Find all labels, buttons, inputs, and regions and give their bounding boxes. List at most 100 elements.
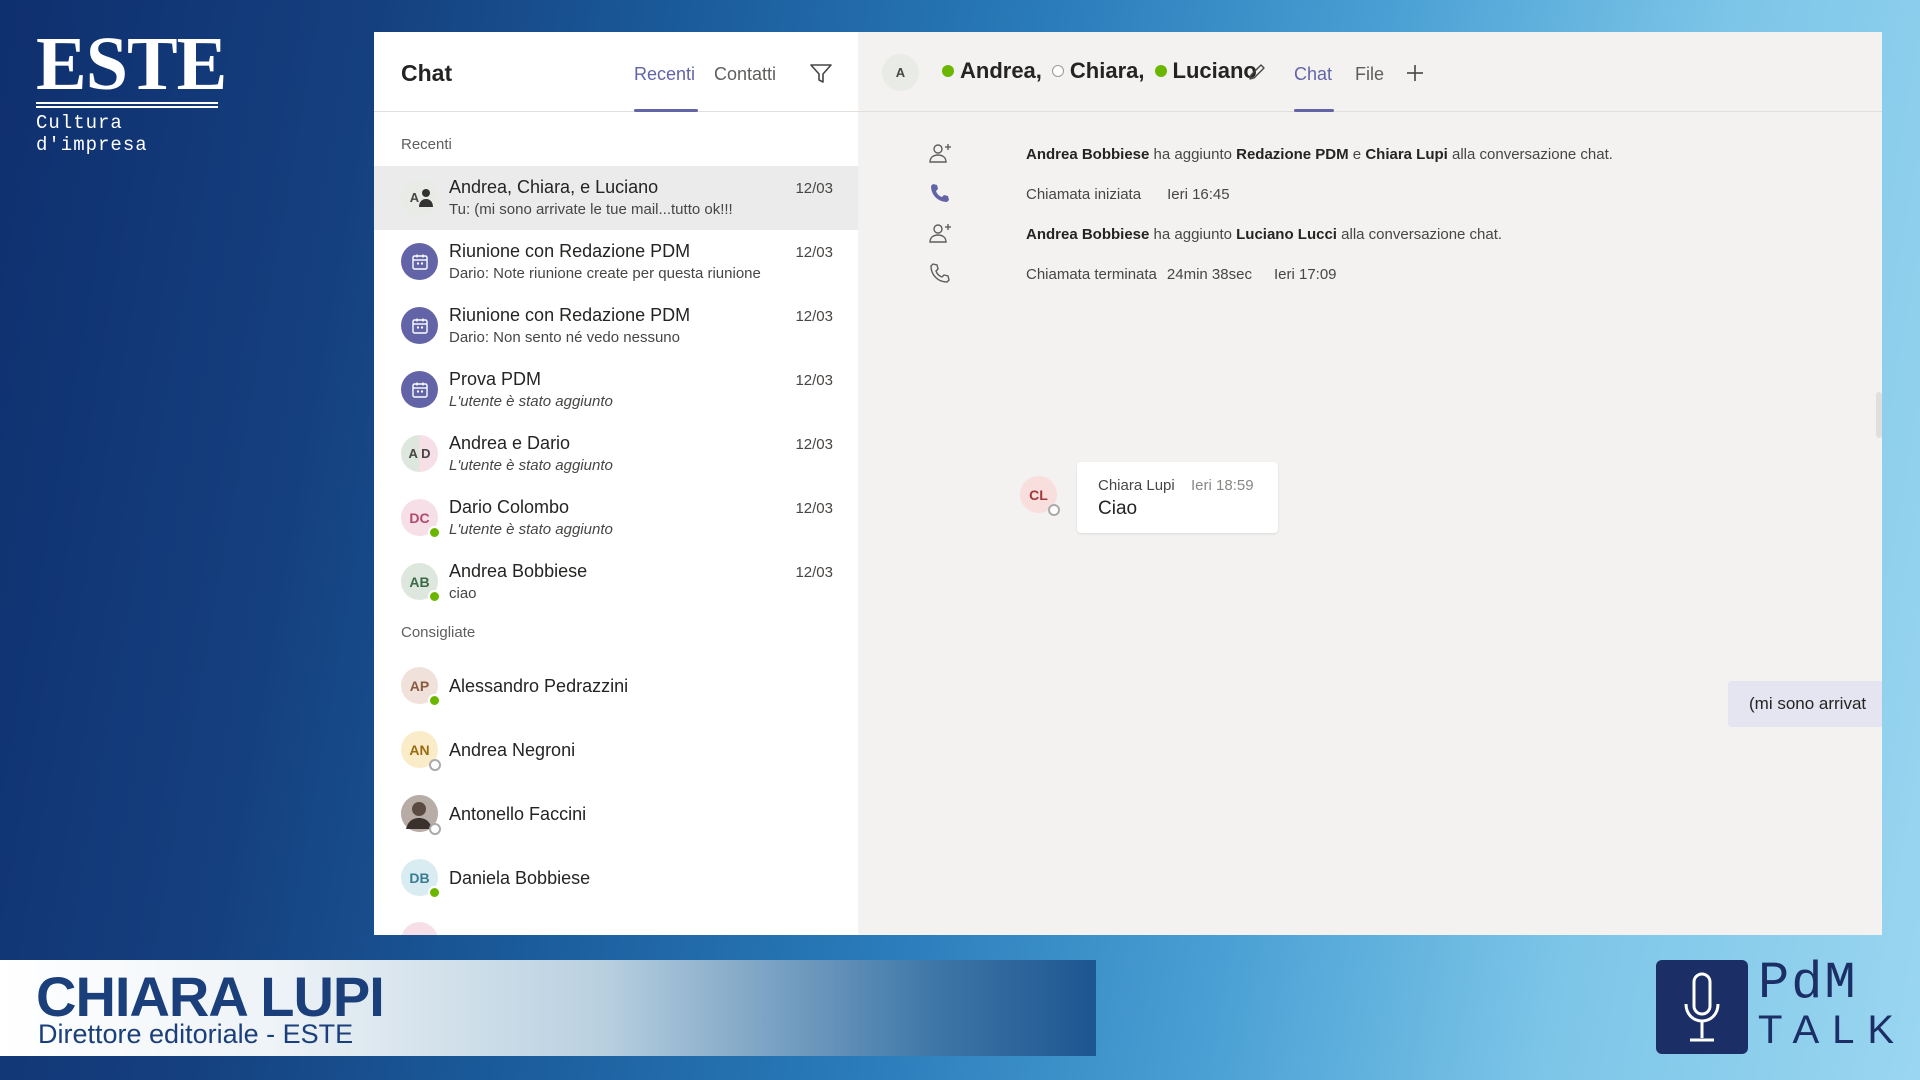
chat-item-andrea-bobbiese[interactable]: AB Andrea Bobbiese ciao 12/03 [374,550,858,614]
meeting-avatar [401,307,438,344]
chat-item-name: Dario Colombo [449,497,570,517]
chat-item-date: 12/03 [795,564,833,581]
participant-name: Chiara, [1069,58,1145,83]
phone-icon [931,184,949,202]
calendar-icon [411,254,428,270]
away-status-icon [1048,504,1060,516]
participant-name: Luciano [1172,58,1257,83]
section-label-consigliate: Consigliate [401,624,476,641]
chat-item-name: Riunione con Redazione PDM [449,305,691,325]
filter-icon[interactable] [809,62,833,86]
away-status-icon [429,759,441,771]
away-status-icon [1051,65,1064,77]
section-label-recenti: Recenti [401,136,452,153]
chat-item-date: 12/03 [795,180,833,197]
microphone-icon [1656,960,1748,1054]
add-person-icon [929,144,951,163]
message-author: Chiara Lupi [1098,477,1175,494]
pencil-icon[interactable] [1246,61,1268,83]
group-avatar: A D [401,435,438,472]
chat-item-preview: Dario: Note riunione create per questa r… [449,265,761,282]
add-person-icon [929,224,951,243]
add-tab-icon[interactable] [1404,62,1426,84]
event-member-added: Andrea Bobbiese ha aggiunto Redazione PD… [1026,146,1613,163]
chat-item-name: Riunione con Redazione PDM [449,241,691,261]
chat-item-date: 12/03 [795,372,833,389]
online-status-icon [428,694,441,707]
meeting-avatar [401,371,438,408]
chat-item-riunione-1[interactable]: Riunione con Redazione PDM Dario: Note r… [374,230,858,294]
own-message-bubble[interactable]: (mi sono arrivat [1728,681,1882,727]
user-avatar: AP [401,667,441,707]
group-avatar: A [401,179,438,216]
message-bubble[interactable]: Chiara Lupi Ieri 18:59 Ciao [1077,462,1278,533]
suggested-item-daniela-bobbiese[interactable]: DB Daniela Bobbiese [374,846,858,910]
suggested-item-name: Alessandro Pedrazzini [449,676,629,696]
chat-item-name: Prova PDM [449,369,542,389]
lower-third-banner: CHIARA LUPI Direttore editoriale - ESTE [0,960,1096,1056]
partial-avatar [401,922,438,935]
group-avatar: A [882,54,919,91]
meeting-avatar [401,243,438,280]
suggested-item-name: Daniela Bobbiese [449,868,591,888]
chat-item-andrea-dario[interactable]: A D Andrea e Dario L'utente è stato aggi… [374,422,858,486]
active-tab-indicator [634,109,698,112]
suggested-item-andrea-negroni[interactable]: AN Andrea Negroni [374,718,858,782]
photo-avatar [401,795,441,835]
teams-window: Chat Recenti Contatti Recenti A Andrea, … [374,32,1882,935]
online-status-icon [1154,65,1167,77]
pdm-talk-logo: PdM TALK [1656,954,1894,1056]
chat-item-date: 12/03 [795,436,833,453]
suggested-item-name: Antonello Faccini [449,804,587,824]
logo-talk-text: TALK [1758,1008,1908,1052]
calendar-icon [411,382,428,398]
chat-item-prova-pdm[interactable]: Prova PDM L'utente è stato aggiunto 12/0… [374,358,858,422]
logo-subtitle: Cultura d'impresa [36,112,148,156]
chat-item-andrea-chiara-luciano[interactable]: A Andrea, Chiara, e Luciano Tu: (mi sono… [374,166,858,230]
message-author-avatar: CL [1020,476,1060,516]
tab-chat[interactable]: Chat [1294,64,1332,85]
chat-item-date: 12/03 [795,308,833,325]
chat-item-dario-colombo[interactable]: DC Dario Colombo L'utente è stato aggiun… [374,486,858,550]
participant-name: Andrea, [960,58,1042,83]
chat-item-riunione-2[interactable]: Riunione con Redazione PDM Dario: Non se… [374,294,858,358]
online-status-icon [428,526,441,539]
person-photo-icon [419,189,433,207]
conversation-header: A Andrea, Chiara, Luciano Chat File [858,32,1882,112]
speaker-role: Direttore editoriale - ESTE [38,1019,354,1049]
online-status-icon [428,886,441,899]
conversation-title[interactable]: Andrea, Chiara, Luciano [942,58,1257,84]
tab-contatti[interactable]: Contatti [714,64,776,85]
chat-item-date: 12/03 [795,500,833,517]
chat-item-preview: L'utente è stato aggiunto [449,521,613,538]
away-status-icon [429,823,441,835]
user-avatar: AB [401,563,441,603]
chat-item-name: Andrea e Dario [449,433,571,453]
active-tab-indicator [1294,109,1334,112]
chat-panel-title: Chat [401,60,453,86]
user-avatar: DC [401,499,441,539]
suggested-item-antonello-faccini[interactable]: Antonello Faccini [374,782,858,846]
calendar-icon [411,318,428,334]
chat-item-preview: Dario: Non sento né vedo nessuno [449,329,680,346]
chat-item-name: Andrea, Chiara, e Luciano [449,177,659,197]
event-member-added: Andrea Bobbiese ha aggiunto Luciano Lucc… [1026,226,1503,243]
scrollbar[interactable] [1876,392,1882,438]
user-avatar: AN [401,731,441,771]
event-call-started: Chiamata iniziata Ieri 16:45 [1026,186,1230,203]
message-text: Ciao [1098,498,1138,519]
chat-item-preview: L'utente è stato aggiunto [449,457,613,474]
online-status-icon [428,590,441,603]
chat-list-panel: Chat Recenti Contatti Recenti A Andrea, … [374,32,858,935]
suggested-item-name: Andrea Negroni [449,740,576,760]
chat-item-name: Andrea Bobbiese [449,561,588,581]
tab-recenti[interactable]: Recenti [634,64,695,85]
event-call-ended: Chiamata terminata 24min 38sec Ieri 17:09 [1026,266,1337,283]
phone-icon [930,263,950,283]
este-logo: ESTE Cultura d'impresa [36,22,227,156]
logo-word: ESTE [36,22,227,106]
online-status-icon [942,65,954,77]
suggested-item-alessandro-pedrazzini[interactable]: AP Alessandro Pedrazzini [374,654,858,718]
chat-item-preview: ciao [449,585,477,602]
tab-file[interactable]: File [1355,64,1384,85]
